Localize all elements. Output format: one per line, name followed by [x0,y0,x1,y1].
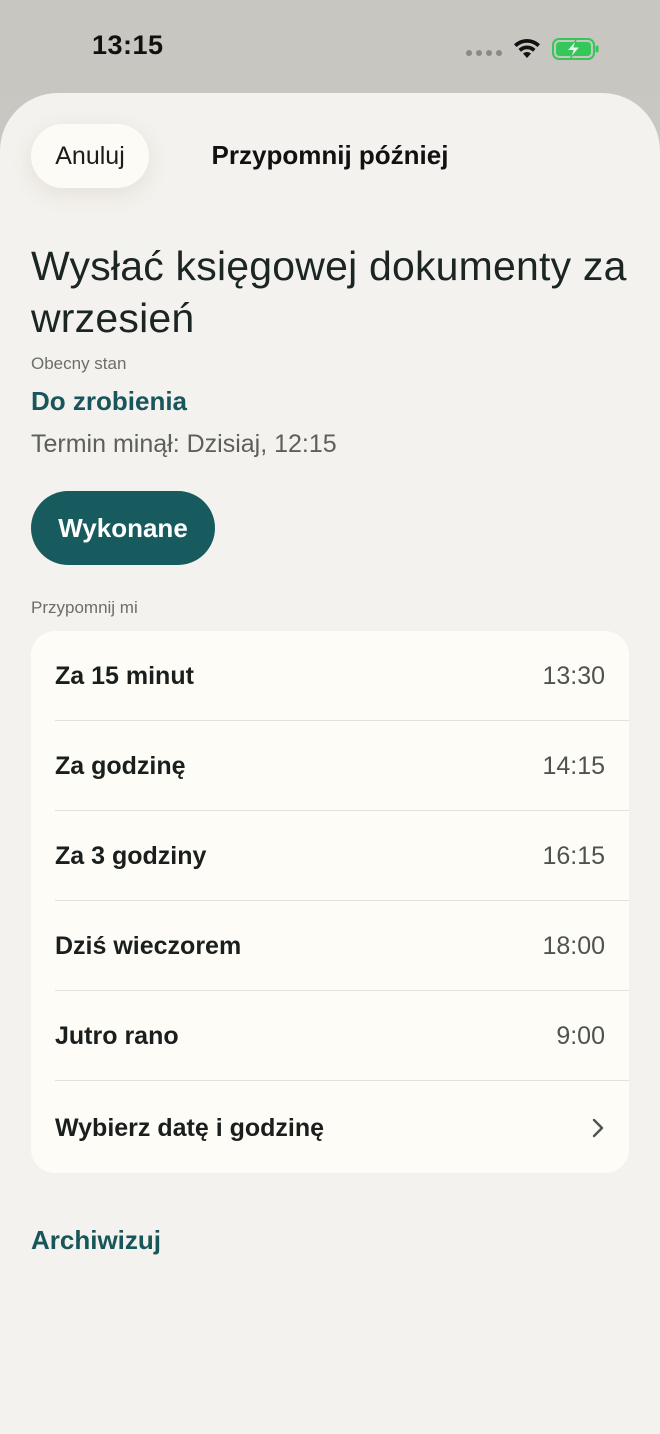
option-label: Dziś wieczorem [55,931,242,960]
task-title: Wysłać księgowej dokumenty za wrzesień [31,243,627,341]
remind-section-label: Przypomnij mi [31,598,138,617]
status-time: 13:15 [92,30,164,60]
battery-charging-icon [552,38,599,60]
remind-option-1-hour[interactable]: Za godzinę 14:15 [31,721,629,811]
divider [55,1080,629,1081]
option-label: Za godzinę [55,751,186,780]
option-label: Za 15 minut [55,661,194,690]
option-time: 14:15 [542,751,605,780]
deadline-text: Termin minął: Dzisiaj, 12:15 [31,430,337,458]
option-time: 18:00 [542,931,605,960]
cellular-signal-icon [466,50,502,56]
option-label: Za 3 godziny [55,841,207,870]
status-icons [466,34,600,64]
wifi-icon [514,38,540,58]
done-button[interactable]: Wykonane [31,491,215,565]
remind-option-tonight[interactable]: Dziś wieczorem 18:00 [31,901,629,991]
current-state-label: Obecny stan [31,354,127,373]
remind-option-15-min[interactable]: Za 15 minut 13:30 [31,631,629,721]
chevron-right-icon [592,1118,604,1138]
sheet-title: Przypomnij później [211,140,449,170]
option-label: Wybierz datę i godzinę [55,1113,325,1142]
remind-option-pick-date[interactable]: Wybierz datę i godzinę [31,1083,629,1173]
option-time: 9:00 [556,1021,605,1050]
archive-button[interactable]: Archiwizuj [31,1225,161,1256]
option-time: 16:15 [542,841,605,870]
current-state-value[interactable]: Do zrobienia [31,386,187,417]
remind-options-list: Za 15 minut 13:30 Za godzinę 14:15 Za 3 … [31,631,629,1173]
remind-option-tomorrow-morning[interactable]: Jutro rano 9:00 [31,991,629,1081]
option-label: Jutro rano [55,1021,179,1050]
remind-option-3-hours[interactable]: Za 3 godziny 16:15 [31,811,629,901]
option-time: 13:30 [542,661,605,690]
status-bar: 13:15 [0,0,660,94]
